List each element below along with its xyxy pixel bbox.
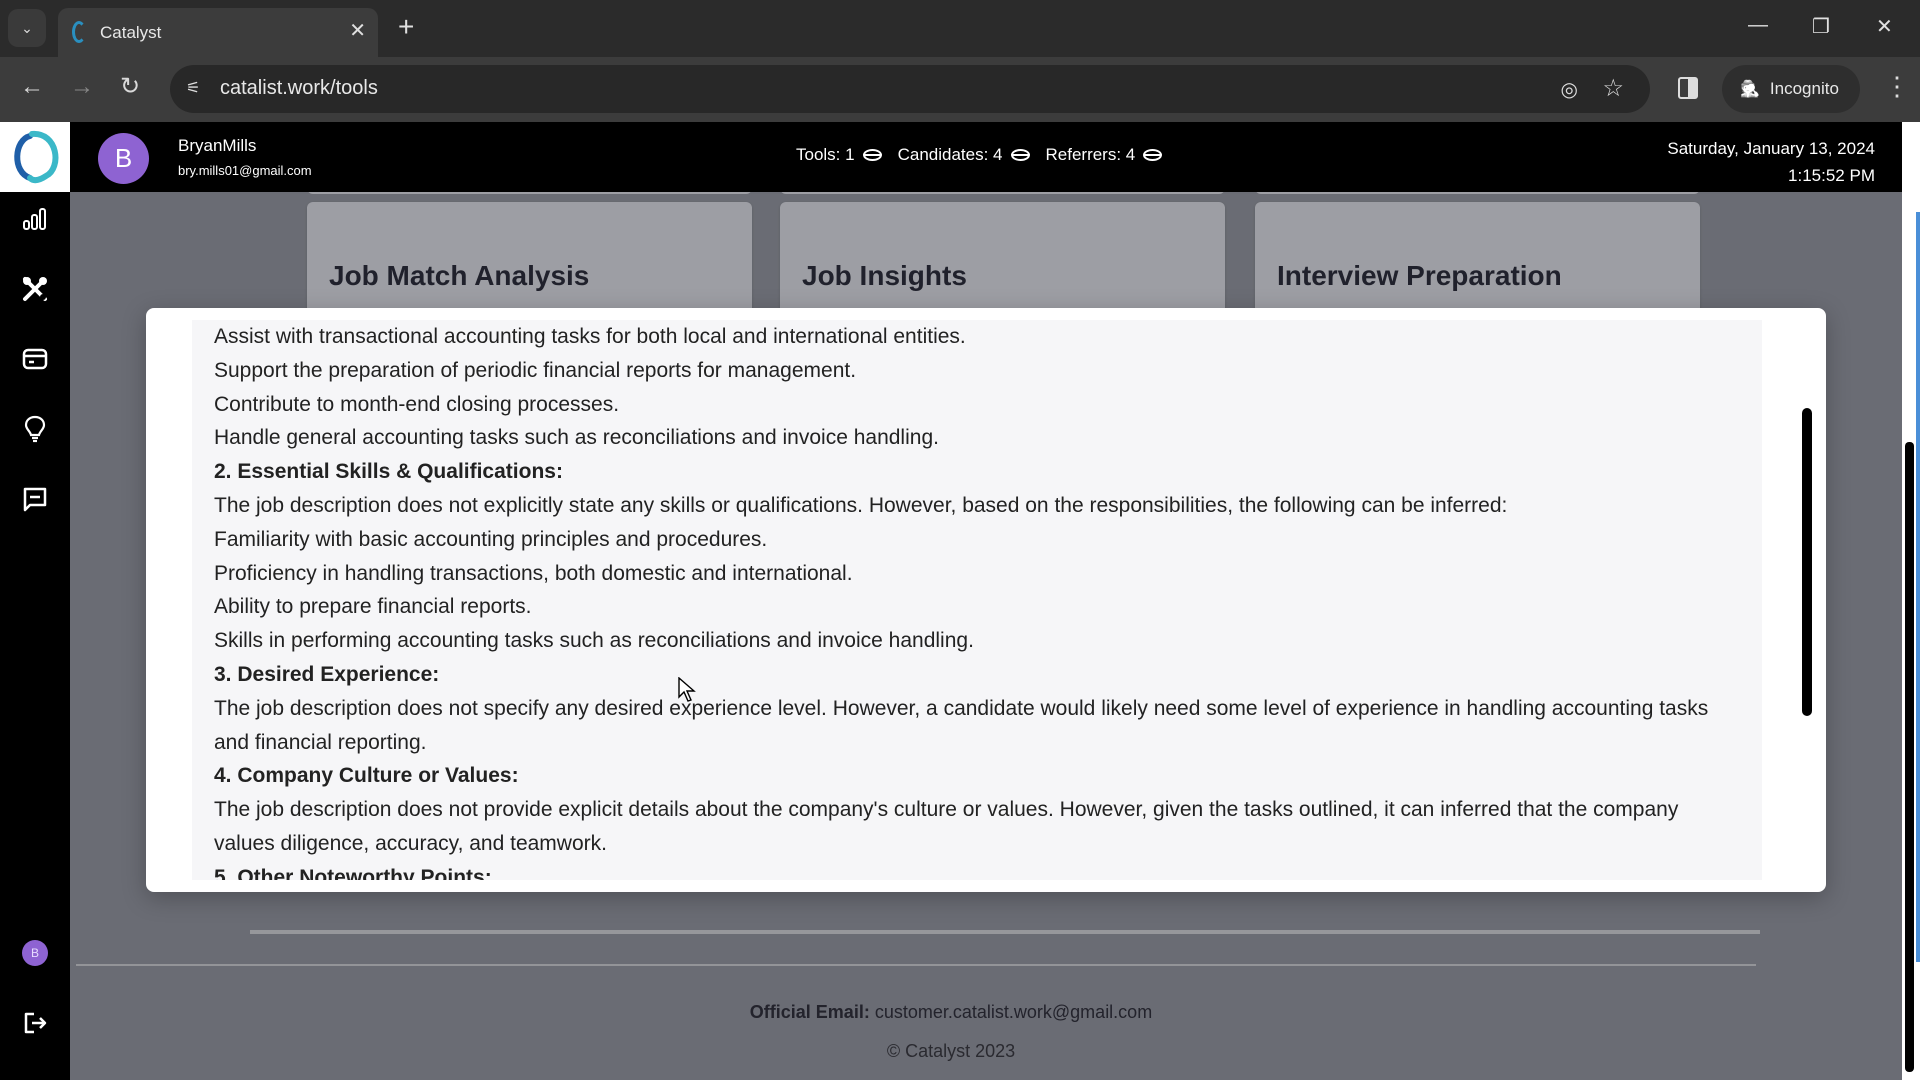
modal-scroll-area[interactable]: Assist with transactional accounting tas… — [192, 320, 1762, 880]
content-line: Assist with transactional accounting tas… — [214, 325, 966, 348]
tab-list-button[interactable]: ⌄ — [8, 9, 46, 47]
coin-icon — [1143, 149, 1163, 161]
sidebar-avatar[interactable]: B — [20, 938, 50, 968]
modal-text: Assist with transactional accounting tas… — [214, 320, 1734, 880]
stat-label: Referrers: 4 — [1045, 145, 1136, 164]
stat-tools: Tools: 1 — [796, 145, 882, 165]
credit-card-icon — [22, 348, 48, 370]
incognito-icon: 🕵 — [1740, 81, 1760, 98]
section-heading: 4. Company Culture or Values: — [214, 764, 519, 788]
sidebar-item-analytics[interactable] — [20, 204, 50, 234]
modal-scrollbar-thumb[interactable] — [1802, 408, 1812, 716]
sidebar-item-billing[interactable] — [20, 344, 50, 374]
app-header: B BryanMills bry.mills01@gmail.com Tools… — [70, 122, 1902, 192]
footer-email-label: Official Email: — [749, 1002, 870, 1022]
stat-referrers: Referrers: 4 — [1046, 145, 1163, 165]
stat-candidates: Candidates: 4 — [898, 145, 1030, 165]
section-heading: 5. Other Noteworthy Points: — [214, 865, 492, 880]
new-tab-icon[interactable]: + — [398, 13, 414, 41]
page-scrollbar-accent — [1916, 212, 1920, 962]
address-bar[interactable]: ⚟ catalist.work/tools ◎ ☆ — [170, 65, 1650, 113]
sidebar-item-messages[interactable] — [20, 484, 50, 514]
site-info-icon[interactable]: ⚟ — [186, 78, 208, 100]
logout-button[interactable] — [20, 1008, 50, 1038]
coin-icon — [862, 149, 882, 161]
browser-tab-bar: ⌄ Catalyst ✕ + — ❐ ✕ — [0, 0, 1920, 57]
close-window-icon[interactable]: ✕ — [1876, 14, 1893, 39]
app-logo[interactable] — [0, 122, 70, 192]
reload-icon[interactable]: ↻ — [120, 75, 140, 99]
app: Job Match Analysis Job Insights Intervie… — [0, 122, 1920, 1080]
tools-icon — [23, 277, 47, 301]
side-panel-icon[interactable] — [1678, 77, 1698, 99]
tab-close-icon[interactable]: ✕ — [349, 20, 366, 42]
footer-copyright: © Catalyst 2023 — [886, 1041, 1016, 1061]
section-heading: 3. Desired Experience: — [214, 662, 440, 686]
lightbulb-icon — [24, 415, 46, 443]
username: BryanMills — [178, 136, 257, 155]
content-line: Skills in performing accounting tasks su… — [214, 629, 974, 653]
content-line: Support the preparation of periodic fina… — [214, 358, 857, 382]
logout-icon — [24, 1012, 47, 1034]
date-text: Saturday, January 13, 2024 — [1667, 139, 1875, 158]
datetime: Saturday, January 13, 2024 1:15:52 PM — [1667, 135, 1875, 189]
sidebar-item-ideas[interactable] — [20, 414, 50, 444]
bookmark-star-icon[interactable]: ☆ — [1602, 74, 1624, 103]
stat-label: Tools: 1 — [796, 145, 855, 164]
incognito-button[interactable]: 🕵 Incognito — [1722, 65, 1860, 113]
incognito-label: Incognito — [1769, 79, 1839, 98]
content-line: Ability to prepare financial reports. — [214, 595, 532, 619]
content-line: Handle general accounting tasks such as … — [214, 426, 939, 450]
content-line: Proficiency in handling transactions, bo… — [214, 561, 853, 585]
eye-off-icon[interactable]: ◎ — [1561, 77, 1578, 102]
mouse-cursor-icon — [678, 677, 696, 702]
content-line: The job description does not provide exp… — [214, 798, 1679, 855]
chevron-down-icon: ⌄ — [21, 19, 33, 36]
sidebar-item-tools[interactable] — [20, 274, 50, 304]
content-line: Contribute to month-end closing processe… — [214, 392, 620, 416]
content-line: The job description does not specify any… — [214, 696, 1709, 754]
footer-email-value[interactable]: customer.catalist.work@gmail.com — [875, 1002, 1152, 1022]
sidebar: B — [0, 192, 70, 1080]
url-text[interactable]: catalist.work/tools — [220, 77, 378, 100]
footer-email: Official Email: customer.catalist.work@g… — [0, 1002, 1902, 1023]
content-line: Familiarity with basic accounting princi… — [214, 527, 768, 551]
back-icon[interactable]: ← — [20, 75, 44, 99]
section-heading: 2. Essential Skills & Qualifications: — [214, 460, 563, 484]
tab-title: Catalyst — [100, 23, 162, 42]
page-scrollbar-thumb[interactable] — [1905, 442, 1914, 1072]
browser-tab[interactable]: Catalyst ✕ — [58, 8, 378, 57]
avatar[interactable]: B — [98, 133, 149, 184]
catalyst-favicon-icon — [72, 21, 86, 43]
more-vertical-icon[interactable]: ⋮ — [1884, 73, 1910, 99]
forward-icon[interactable]: → — [70, 75, 94, 99]
content-line: The job description does not explicitly … — [214, 493, 1508, 517]
message-icon — [23, 487, 47, 512]
stat-label: Candidates: 4 — [897, 145, 1003, 164]
catalyst-logo-icon — [14, 131, 59, 184]
avatar-small: B — [22, 940, 48, 966]
job-insights-modal: Assist with transactional accounting tas… — [146, 308, 1826, 892]
time-text: 1:15:52 PM — [1788, 166, 1875, 185]
restore-icon[interactable]: ❐ — [1812, 14, 1830, 39]
credit-stats: Tools: 1 Candidates: 4 Referrers: 4 — [796, 145, 1163, 165]
minimize-icon[interactable]: — — [1748, 14, 1768, 37]
bar-chart-icon — [23, 208, 46, 230]
user-email: bry.mills01@gmail.com — [178, 163, 312, 178]
coin-icon — [1010, 149, 1030, 161]
browser-toolbar: ← → ↻ ⚟ catalist.work/tools ◎ ☆ 🕵 Incogn… — [0, 57, 1920, 122]
